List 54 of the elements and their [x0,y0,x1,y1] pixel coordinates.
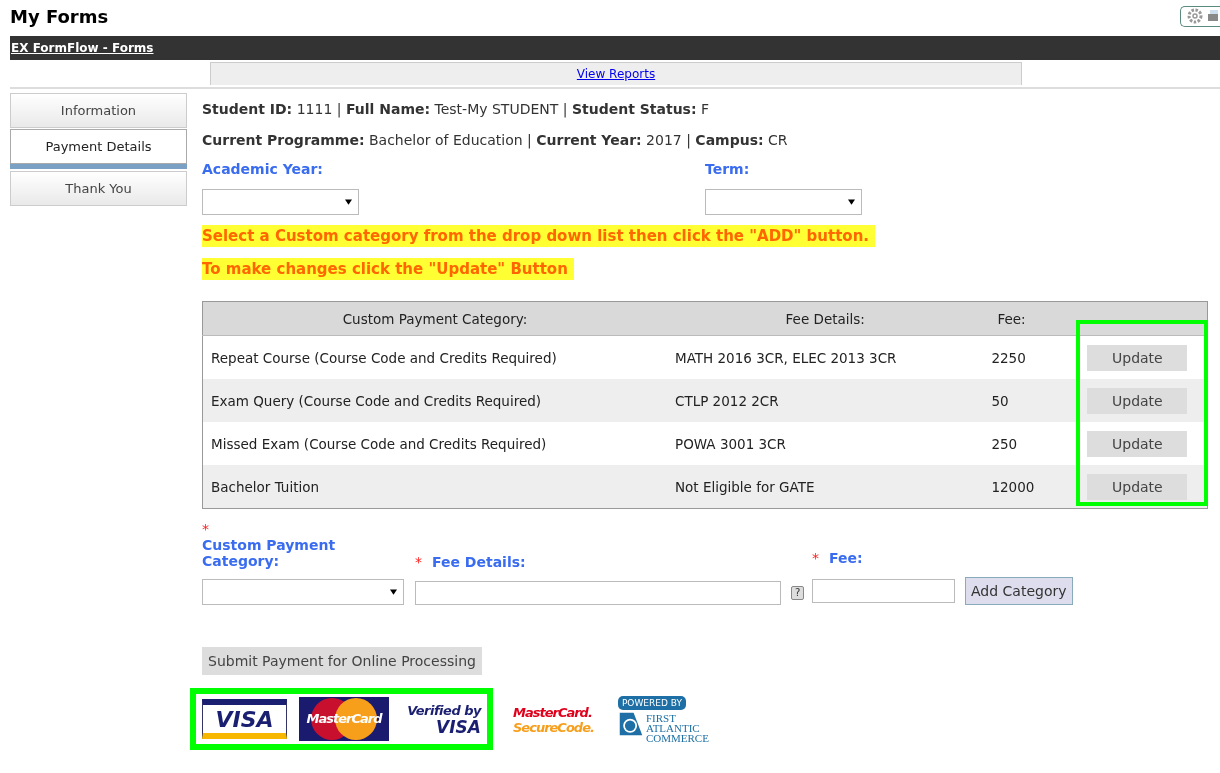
table-cell: MATH 2016 3CR, ELEC 2013 3CR [675,349,897,366]
field-label: Fee: [829,550,863,566]
column-header: Fee Details: [785,310,865,327]
first-atlantic-logo: POWERED BY FIRST ATLANTIC COMMERCE [617,696,709,743]
dropdown[interactable] [705,189,862,215]
page-title: My Forms [10,5,109,29]
table-cell: Repeat Course (Course Code and Credits Required) [211,349,557,366]
table-cell: Bachelor Tuition [211,478,320,495]
update-button[interactable]: Update [1087,473,1188,500]
column-header: Custom Payment Category: [342,310,528,327]
table-cell: Exam Query (Course Code and Credits Required) [211,392,542,409]
verified-by-visa-logo: Verified by VISA [406,702,481,736]
help-button[interactable]: ? [791,586,805,600]
update-button[interactable]: Update [1087,387,1188,414]
fee-field[interactable] [812,579,955,603]
field-label: Fee Details: [432,554,526,570]
table-cell: 250 [991,435,1018,452]
view-reports-link[interactable]: View Reports [576,67,656,81]
caret-icon [848,199,855,205]
caret-icon [390,589,397,595]
field-label: Term: [705,161,751,177]
table-cell: 50 [991,392,1009,409]
update-button[interactable]: Update [1087,430,1188,457]
fee-details-field[interactable] [415,581,781,605]
field-label: Academic Year: [202,161,324,177]
table-cell: CTLP 2012 2CR [675,392,779,409]
submit-button[interactable]: Submit Payment for Online Processing [202,647,482,675]
student-info: Current Programme: Bachelor of Education | Current Year: 2017 | Campus: CR [202,131,789,150]
nav-link[interactable]: EX FormFlow - Forms [11,41,154,55]
sidebar-tab[interactable]: Payment Details [10,129,187,164]
instruction-text: Select a Custom category from the drop down list then click the "ADD" button. [202,225,876,247]
field-label: Custom Payment Category: [202,537,337,569]
required-mark: * [202,521,210,537]
table-cell: Not Eligible for GATE [675,478,815,495]
securecode-logo: MasterCard. SecureCode. [513,705,594,735]
printer-icon[interactable] [1208,8,1218,24]
table-cell: POWA 3001 3CR [675,435,786,452]
gear-icon[interactable] [1187,8,1203,24]
sidebar-tab[interactable]: Thank You [10,171,187,206]
sidebar-tab[interactable]: Information [10,93,187,128]
dropdown[interactable] [202,189,359,215]
required-mark: * [415,554,422,570]
visa-logo: VISA [202,699,287,739]
instruction-text: To make changes click the "Update" Button [202,258,574,280]
required-mark: * [812,550,819,566]
student-info: Student ID: 1111 | Full Name: Test-My STUDENT | Student Status: F [202,100,711,119]
table-cell: 12000 [991,478,1035,495]
add-category-button[interactable]: Add Category [965,577,1073,605]
caret-icon [345,199,352,205]
column-header: Fee: [997,310,1026,327]
update-button[interactable]: Update [1087,344,1188,371]
table-cell: Missed Exam (Course Code and Credits Required) [211,435,547,452]
table-cell: 2250 [991,349,1026,366]
dropdown[interactable] [202,579,404,605]
